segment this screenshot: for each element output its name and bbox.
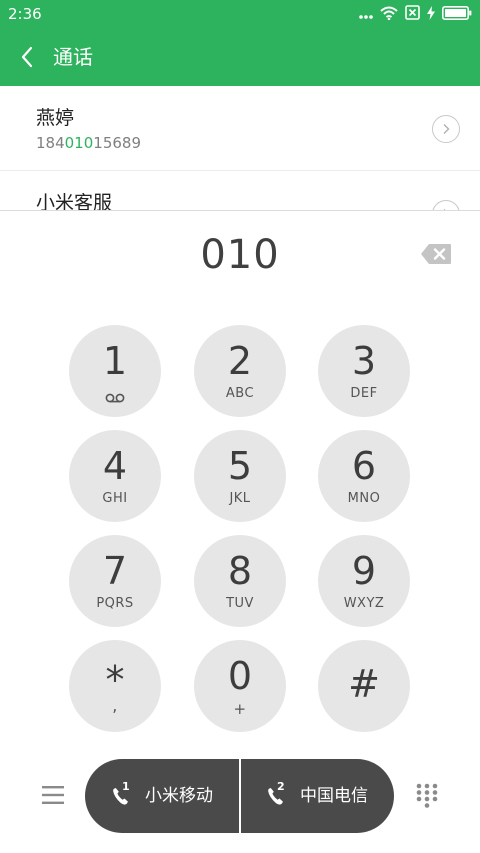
charging-icon bbox=[427, 5, 435, 24]
key-letters: GHI bbox=[102, 491, 128, 506]
key-digit: 0 bbox=[227, 654, 253, 698]
call-sim2-button[interactable]: 2 中国电信 bbox=[240, 759, 394, 833]
status-time: 2:36 bbox=[8, 5, 42, 23]
contact-detail-button[interactable] bbox=[432, 200, 460, 210]
status-bar: 2:36 bbox=[0, 0, 480, 28]
backspace-icon[interactable] bbox=[420, 243, 452, 265]
menu-icon[interactable] bbox=[42, 785, 64, 805]
page-title: 通话 bbox=[53, 45, 93, 69]
number-prefix: 184 bbox=[36, 134, 65, 152]
key-digit: 9 bbox=[351, 549, 377, 593]
key-9[interactable]: 9 WXYZ bbox=[318, 535, 410, 627]
number-match: 010 bbox=[64, 134, 94, 152]
key-letters: JKL bbox=[229, 491, 251, 506]
key-1[interactable]: 1 bbox=[69, 325, 161, 417]
key-2[interactable]: 2 ABC bbox=[194, 325, 286, 417]
status-icons bbox=[359, 4, 472, 24]
key-letters: + bbox=[233, 700, 247, 718]
contact-number: 18401015689 bbox=[36, 133, 141, 153]
list-item[interactable]: 小米客服 bbox=[0, 171, 480, 210]
battery-icon bbox=[442, 5, 472, 24]
voicemail-icon bbox=[105, 388, 125, 407]
key-hash[interactable]: # bbox=[318, 640, 410, 732]
carrier-label: 中国电信 bbox=[300, 786, 368, 806]
key-4[interactable]: 4 GHI bbox=[69, 430, 161, 522]
contact-name: 燕婷 bbox=[36, 107, 75, 129]
key-letters: ABC bbox=[225, 386, 255, 401]
contact-detail-button[interactable] bbox=[432, 115, 460, 143]
dialed-number: 010 bbox=[200, 232, 280, 278]
key-0[interactable]: 0 + bbox=[194, 640, 286, 732]
key-digit: 7 bbox=[102, 549, 128, 593]
chevron-right-icon bbox=[443, 124, 450, 134]
key-digit: 2 bbox=[227, 339, 253, 383]
phone-icon: 1 bbox=[111, 781, 133, 806]
key-digit: 4 bbox=[102, 444, 128, 488]
no-sim-icon bbox=[405, 4, 420, 24]
key-letters: DEF bbox=[350, 386, 378, 401]
wifi-icon bbox=[380, 5, 398, 24]
key-digit: 1 bbox=[102, 339, 128, 383]
key-letters: WXYZ bbox=[343, 596, 385, 611]
number-suffix: 15689 bbox=[93, 134, 141, 152]
phone-icon: 2 bbox=[266, 781, 288, 806]
chevron-left-icon[interactable] bbox=[16, 43, 40, 71]
key-digit: 8 bbox=[227, 549, 253, 593]
key-letters: PQRS bbox=[96, 596, 134, 611]
key-8[interactable]: 8 TUV bbox=[194, 535, 286, 627]
key-star[interactable]: * , bbox=[69, 640, 161, 732]
key-digit: 5 bbox=[227, 444, 253, 488]
key-3[interactable]: 3 DEF bbox=[318, 325, 410, 417]
dialer-panel: 010 1 2 ABC 3 DEF 4 GHI 5 JKL 6 MNO 7 PQ… bbox=[0, 210, 480, 853]
key-digit: # bbox=[348, 662, 380, 706]
call-sim1-button[interactable]: 1 小米移动 bbox=[85, 759, 239, 833]
contact-name: 小米客服 bbox=[36, 192, 113, 210]
key-7[interactable]: 7 PQRS bbox=[69, 535, 161, 627]
key-6[interactable]: 6 MNO bbox=[318, 430, 410, 522]
contact-list: 燕婷 18401015689 小米客服 bbox=[0, 86, 480, 210]
list-item[interactable]: 燕婷 18401015689 bbox=[0, 86, 480, 171]
sim-slot-label: 2 bbox=[277, 780, 285, 793]
dialpad-icon[interactable] bbox=[416, 783, 438, 809]
sim-slot-label: 1 bbox=[122, 780, 130, 793]
key-letters: TUV bbox=[226, 596, 254, 611]
call-bar: 1 小米移动 2 中国电信 bbox=[85, 759, 394, 833]
key-5[interactable]: 5 JKL bbox=[194, 430, 286, 522]
key-letters: , bbox=[112, 696, 118, 715]
key-letters: MNO bbox=[347, 491, 381, 506]
key-digit: 6 bbox=[351, 444, 377, 488]
app-bar: 通话 bbox=[0, 28, 480, 86]
carrier-label: 小米移动 bbox=[145, 786, 213, 806]
key-digit: 3 bbox=[351, 339, 377, 383]
dots-icon bbox=[359, 5, 373, 24]
